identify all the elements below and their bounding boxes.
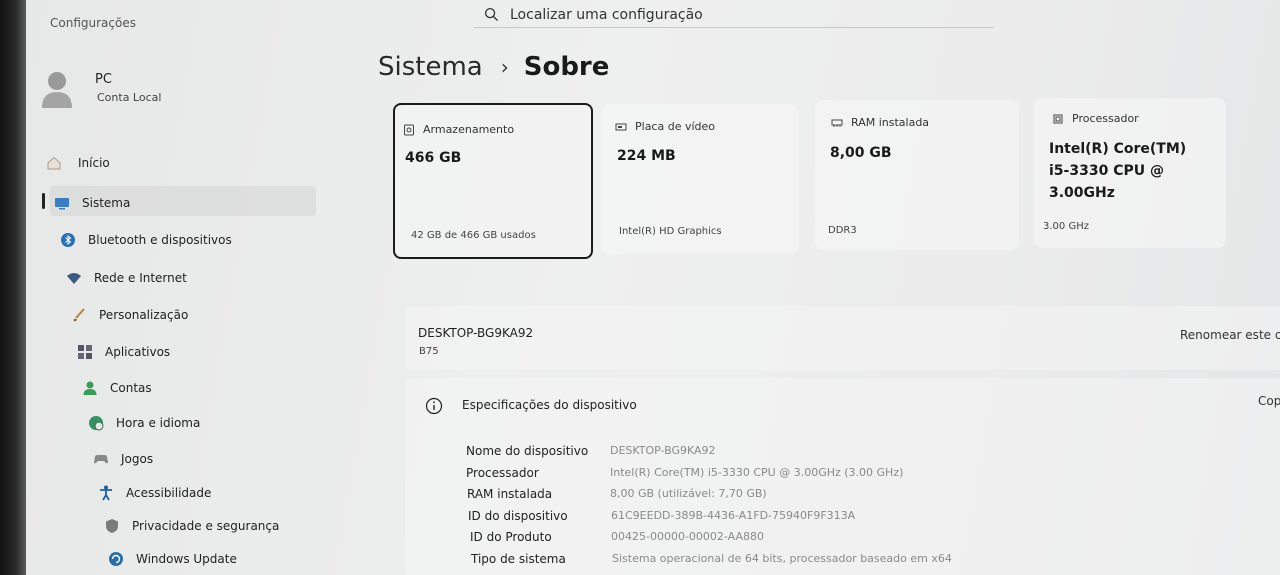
- graphics-card-icon: [615, 123, 627, 130]
- accounts-icon: [82, 380, 98, 396]
- gamepad-icon: [93, 451, 109, 467]
- sidebar-item-label: Personalização: [99, 308, 189, 322]
- spec-key: Nome do dispositivo: [466, 444, 589, 458]
- device-name-panel: [405, 306, 1280, 370]
- breadcrumb: Sistema › Sobre: [378, 52, 609, 82]
- info-icon: [425, 397, 443, 415]
- sidebar-item-label: Aplicativos: [105, 345, 171, 359]
- card-value: 224 MB: [617, 148, 676, 164]
- card-processor[interactable]: Processador Intel(R) Core(TM) i5-3330 CP…: [1034, 98, 1226, 248]
- card-gpu[interactable]: Placa de vídeo 224 MB Intel(R) HD Graphi…: [601, 104, 799, 254]
- card-label: Processador: [1072, 112, 1139, 125]
- spec-key: ID do Produto: [470, 530, 552, 544]
- card-storage[interactable]: Armazenamento 466 GB 42 GB de 466 GB usa…: [393, 103, 593, 259]
- sidebar-item-windows-update[interactable]: Windows Update: [108, 551, 237, 567]
- sidebar-item-label: Acessibilidade: [126, 486, 212, 500]
- sidebar-item-label: Rede e Internet: [94, 271, 187, 285]
- sidebar-item-privacidade[interactable]: Privacidade e segurança: [104, 518, 279, 534]
- breadcrumb-parent[interactable]: Sistema: [378, 52, 483, 82]
- brush-icon: [71, 307, 87, 323]
- card-value: 466 GB: [405, 150, 462, 166]
- app-title: Configurações: [50, 16, 136, 30]
- spec-value: 00425-00000-00002-AA880: [611, 530, 764, 543]
- sidebar-item-label: Contas: [110, 381, 152, 395]
- card-label: RAM instalada: [851, 116, 930, 129]
- spec-value: 8,00 GB (utilizável: 7,70 GB): [610, 487, 767, 500]
- processor-icon: [1053, 114, 1063, 123]
- spec-value: Intel(R) Core(TM) i5-3330 CPU @ 3.00GHz …: [610, 466, 904, 479]
- profile-name: PC: [95, 72, 112, 87]
- avatar[interactable]: [40, 70, 74, 108]
- sidebar-item-label: Windows Update: [136, 552, 237, 566]
- profile-account-type: Conta Local: [97, 91, 162, 104]
- sidebar-item-rede[interactable]: Rede e Internet: [66, 270, 187, 286]
- sidebar-item-acessibilidade[interactable]: Acessibilidade: [98, 485, 211, 501]
- sidebar-item-label: Hora e idioma: [116, 416, 201, 430]
- card-label: Armazenamento: [423, 123, 515, 136]
- card-detail: Intel(R) HD Graphics: [619, 226, 722, 237]
- spec-value: Sistema operacional de 64 bits, processa…: [612, 552, 952, 565]
- card-label: Placa de vídeo: [635, 120, 716, 133]
- chevron-right-icon: ›: [500, 55, 509, 79]
- system-icon: [54, 195, 70, 211]
- spec-key: Processador: [466, 466, 539, 480]
- shield-icon: [104, 518, 120, 534]
- sidebar-item-label: Jogos: [121, 452, 154, 466]
- sidebar-item-aplicativos[interactable]: Aplicativos: [77, 344, 170, 360]
- home-icon: [46, 155, 62, 171]
- memory-icon: [831, 119, 843, 127]
- globe-clock-icon: [88, 415, 104, 431]
- card-value: Intel(R) Core(TM) i5-3330 CPU @ 3.00GHz: [1049, 141, 1187, 201]
- spec-key: Tipo de sistema: [471, 552, 566, 566]
- bluetooth-icon: [60, 232, 76, 248]
- accessibility-icon: [98, 485, 114, 501]
- apps-icon: [77, 344, 93, 360]
- device-model: B75: [419, 346, 439, 357]
- copy-specs-button[interactable]: Cop: [1258, 394, 1280, 408]
- card-detail: 42 GB de 466 GB usados: [411, 230, 536, 241]
- spec-key: RAM instalada: [467, 487, 553, 501]
- search-icon: [484, 7, 499, 22]
- rename-pc-button[interactable]: Renomear este c: [1180, 328, 1280, 342]
- wifi-icon: [66, 270, 82, 286]
- sidebar-item-inicio[interactable]: Início: [46, 155, 110, 171]
- storage-icon: [404, 124, 414, 135]
- specs-section-title[interactable]: Especificações do dispositivo: [462, 398, 637, 412]
- sidebar-item-label: Bluetooth e dispositivos: [88, 233, 232, 247]
- sidebar-item-hora-idioma[interactable]: Hora e idioma: [88, 415, 200, 431]
- spec-key: ID do dispositivo: [468, 509, 568, 523]
- sidebar-item-label: Início: [78, 156, 110, 170]
- sidebar-item-label: Privacidade e segurança: [132, 519, 280, 533]
- spec-value: DESKTOP-BG9KA92: [610, 444, 716, 457]
- page-title: Sobre: [523, 52, 610, 82]
- sidebar-item-personalizacao[interactable]: Personalização: [71, 307, 188, 323]
- card-value: 8,00 GB: [830, 145, 892, 161]
- monitor-bezel: [0, 0, 26, 575]
- spec-value: 61C9EEDD-389B-4436-A1FD-75940F9F313A: [611, 509, 856, 522]
- sidebar-item-contas[interactable]: Contas: [82, 380, 152, 396]
- card-detail: 3.00 GHz: [1043, 221, 1089, 232]
- card-ram[interactable]: RAM instalada 8,00 GB DDR3: [815, 100, 1019, 250]
- sidebar-item-sistema[interactable]: Sistema: [54, 195, 130, 211]
- card-detail: DDR3: [828, 225, 857, 236]
- search-input[interactable]: [510, 6, 950, 23]
- update-icon: [108, 551, 124, 567]
- sidebar-active-indicator: [42, 193, 45, 209]
- sidebar-item-jogos[interactable]: Jogos: [93, 451, 153, 467]
- search-box[interactable]: [474, 2, 994, 28]
- device-name: DESKTOP-BG9KA92: [418, 326, 534, 340]
- sidebar-item-bluetooth[interactable]: Bluetooth e dispositivos: [60, 232, 232, 248]
- sidebar-item-label: Sistema: [82, 196, 131, 210]
